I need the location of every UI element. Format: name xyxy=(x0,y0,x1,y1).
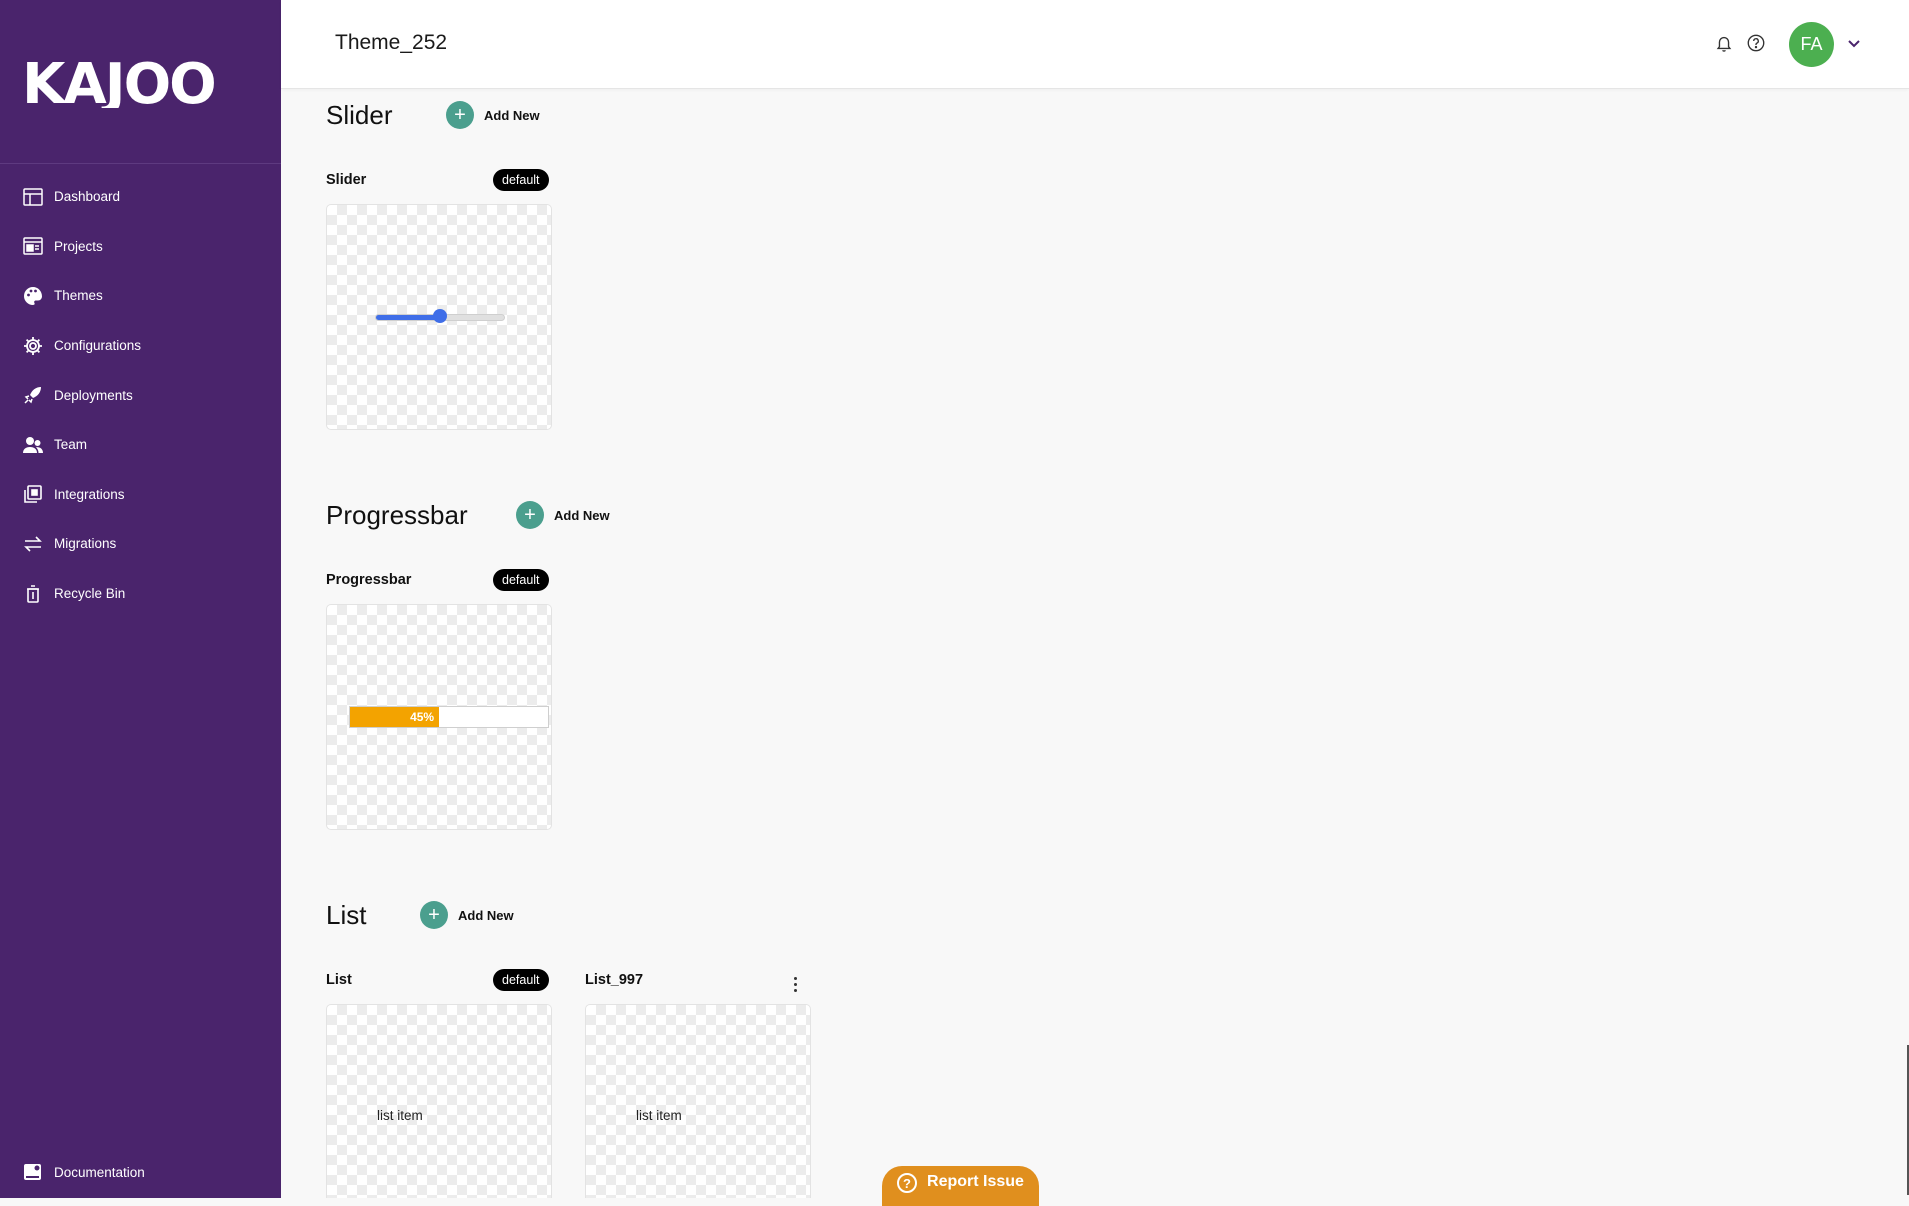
main-content: Slider + Add New Slider default Progress… xyxy=(281,89,1909,1198)
trash-icon xyxy=(22,583,44,605)
sidebar-item-label: Configurations xyxy=(54,338,142,354)
more-options-icon[interactable] xyxy=(788,974,802,994)
dashboard-icon xyxy=(22,186,44,208)
report-issue-label: Report Issue xyxy=(927,1173,1024,1190)
palette-icon xyxy=(22,285,44,307)
list-preview[interactable]: list item xyxy=(326,1004,552,1198)
avatar[interactable]: FA xyxy=(1789,22,1834,67)
add-new-list-button[interactable]: + Add New xyxy=(420,901,514,929)
default-badge[interactable]: default xyxy=(493,969,549,991)
default-badge[interactable]: default xyxy=(493,169,549,191)
section-title-list: List xyxy=(326,900,367,930)
sidebar-item-label: Recycle Bin xyxy=(54,586,126,602)
sidebar-item-label: Documentation xyxy=(54,1164,145,1180)
list-item: list item xyxy=(636,1108,682,1123)
add-new-label: Add New xyxy=(554,507,610,523)
rocket-icon xyxy=(22,384,44,406)
help-icon[interactable] xyxy=(1745,32,1767,54)
projects-icon xyxy=(22,235,44,257)
sidebar-item-label: Projects xyxy=(54,238,103,254)
add-new-label: Add New xyxy=(484,107,540,123)
slider-preview[interactable] xyxy=(326,204,552,430)
report-issue-button[interactable]: ? Report Issue xyxy=(882,1166,1039,1206)
sidebar-item-projects[interactable]: Projects xyxy=(0,222,281,272)
plus-icon: + xyxy=(446,101,474,129)
logo-text: KAJOO xyxy=(22,58,215,108)
add-new-slider-button[interactable]: + Add New xyxy=(446,101,540,129)
logo-graphic: KAJOO xyxy=(22,52,217,117)
help-circle-icon: ? xyxy=(897,1173,918,1193)
sidebar-item-dashboard[interactable]: Dashboard xyxy=(0,172,281,222)
bell-icon[interactable] xyxy=(1713,32,1735,54)
progress-fill: 45% xyxy=(350,707,440,727)
sidebar-item-label: Integrations xyxy=(54,486,125,502)
sidebar-item-label: Dashboard xyxy=(54,189,121,205)
slider-thumb[interactable] xyxy=(433,309,447,323)
logo-divider xyxy=(0,163,281,164)
sidebar-item-label: Migrations xyxy=(54,536,117,552)
sidebar-item-recycle-bin[interactable]: Recycle Bin xyxy=(0,569,281,619)
sidebar-item-configurations[interactable]: Configurations xyxy=(0,321,281,371)
section-title-slider: Slider xyxy=(326,100,393,130)
card-title: Progressbar xyxy=(326,572,412,588)
arrows-icon xyxy=(22,533,44,555)
top-header: Theme_252 FA xyxy=(281,0,1909,89)
progress-bar: 45% xyxy=(349,706,549,728)
progress-text: 45% xyxy=(410,710,435,724)
list-item: list item xyxy=(377,1108,423,1123)
slider-fill xyxy=(376,315,440,320)
slider-track[interactable] xyxy=(375,309,505,323)
sidebar-item-documentation[interactable]: Documentation xyxy=(0,1148,303,1196)
sidebar-item-migrations[interactable]: Migrations xyxy=(0,519,281,569)
plus-icon: + xyxy=(420,901,448,929)
card-title: List_997 xyxy=(585,972,644,988)
card-title: Slider xyxy=(326,172,367,188)
page-title: Theme_252 xyxy=(335,31,448,54)
sidebar: KAJOO Dashboard Projects Themes Configur… xyxy=(0,0,281,1198)
add-new-label: Add New xyxy=(458,907,514,923)
sidebar-item-label: Team xyxy=(54,437,88,453)
add-new-progressbar-button[interactable]: + Add New xyxy=(516,501,610,529)
team-icon xyxy=(22,434,44,456)
section-title-progressbar: Progressbar xyxy=(326,500,468,530)
sidebar-item-integrations[interactable]: Integrations xyxy=(0,470,281,520)
plus-icon: + xyxy=(516,501,544,529)
book-icon xyxy=(22,1161,44,1183)
sidebar-item-deployments[interactable]: Deployments xyxy=(0,370,281,420)
kajoo-logo[interactable]: KAJOO xyxy=(22,52,260,117)
list-preview[interactable]: list item xyxy=(585,1004,811,1198)
sidebar-item-label: Themes xyxy=(54,288,103,304)
sidebar-nav: Dashboard Projects Themes Configurations… xyxy=(0,172,281,618)
default-badge[interactable]: default xyxy=(493,569,549,591)
sidebar-item-label: Deployments xyxy=(54,387,133,403)
sidebar-item-team[interactable]: Team xyxy=(0,420,281,470)
sidebar-item-themes[interactable]: Themes xyxy=(0,271,281,321)
gear-icon xyxy=(22,335,44,357)
progressbar-preview[interactable]: 45% xyxy=(326,604,552,830)
integrations-icon xyxy=(22,483,44,505)
chevron-down-icon[interactable] xyxy=(1846,35,1862,51)
card-title: List xyxy=(326,972,352,988)
